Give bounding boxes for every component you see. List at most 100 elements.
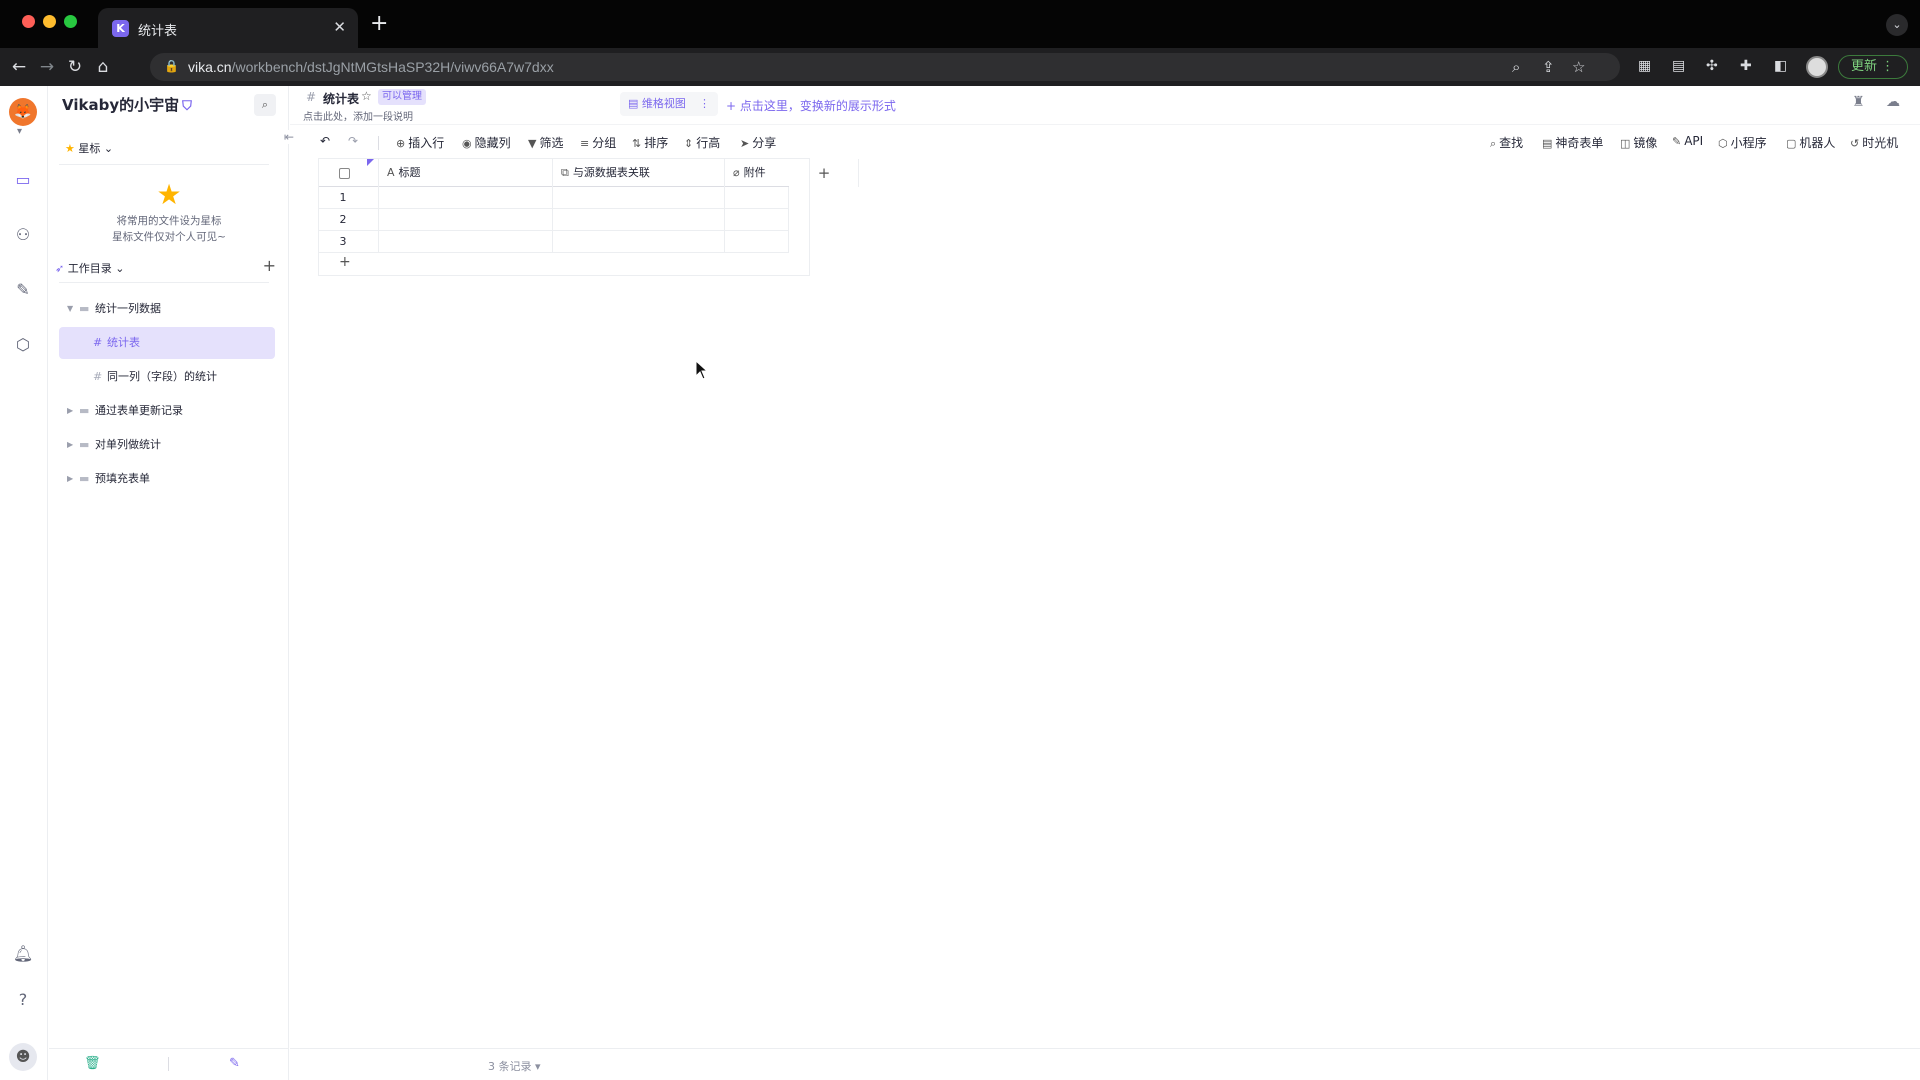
link-cell[interactable]	[553, 231, 725, 253]
window-close-button[interactable]	[22, 15, 35, 28]
robot-button[interactable]: ▢ 机器人	[1786, 134, 1835, 151]
link-cell[interactable]	[553, 187, 725, 209]
attachment-cell[interactable]	[725, 209, 789, 231]
extension-3-icon[interactable]: ✣	[1706, 58, 1718, 74]
hide-fields-button[interactable]: ◉ 隐藏列	[462, 134, 511, 151]
divider	[290, 124, 1920, 125]
window-minimize-button[interactable]	[43, 15, 56, 28]
new-tab-icon[interactable]: +	[370, 13, 388, 35]
table-row[interactable]: 1	[319, 187, 789, 209]
toolbar-label: 时光机	[1862, 136, 1899, 150]
space-switch-chevron-icon[interactable]: ▾	[17, 126, 22, 137]
widget-button[interactable]: ⬡ 小程序	[1718, 134, 1767, 151]
cloud-sync-icon[interactable]: ☁	[1886, 94, 1900, 110]
tree-folder-stats-column[interactable]: ▼ ▬ 统计一列数据	[59, 293, 275, 325]
permission-badge[interactable]: 可以管理	[378, 89, 426, 105]
space-logo-avatar[interactable]: 🦊	[9, 98, 37, 126]
tree-folder-single-column-stats[interactable]: ▶ ▬ 对单列做统计	[59, 429, 275, 461]
tab-search-icon[interactable]: ⌄	[1886, 14, 1908, 36]
side-panel-icon[interactable]: ◧	[1774, 58, 1787, 74]
time-machine-button[interactable]: ↺ 时光机	[1850, 134, 1898, 151]
attachment-cell[interactable]	[725, 231, 789, 253]
record-count[interactable]: 3 条记录 ▾	[488, 1058, 541, 1074]
extensions-puzzle-icon[interactable]: ✚	[1740, 58, 1752, 74]
members-icon[interactable]: ⚇	[11, 223, 35, 247]
url-text[interactable]: vika.cn/workbench/dstJgNtMGtsHaSP32H/viw…	[188, 59, 554, 75]
column-header-attachment[interactable]: ⌀ 附件	[725, 159, 789, 187]
collapse-arrow-icon: ▶	[67, 474, 74, 483]
attachment-cell[interactable]	[725, 187, 789, 209]
table-row[interactable]: 3	[319, 231, 789, 253]
insert-row-button[interactable]: ⊕ 插入行	[396, 134, 444, 151]
toolbar-label: 分组	[592, 136, 617, 150]
trash-icon[interactable]: 🗑︎	[84, 1056, 101, 1071]
profile-avatar[interactable]	[1806, 56, 1828, 78]
title-cell[interactable]	[379, 231, 553, 253]
find-button[interactable]: ⌕ 查找	[1490, 134, 1523, 151]
api-button[interactable]: ✎ API	[1672, 134, 1703, 148]
address-bar[interactable]: 🔒 vika.cn/workbench/dstJgNtMGtsHaSP32H/v…	[150, 53, 1620, 81]
row-height-button[interactable]: ⇕ 行高	[684, 134, 720, 151]
column-header-title[interactable]: A 标题	[379, 159, 553, 187]
tree-folder-form-update[interactable]: ▶ ▬ 通过表单更新记录	[59, 395, 275, 427]
view-more-icon[interactable]: ⋮	[699, 92, 710, 116]
forward-icon[interactable]: →	[36, 56, 58, 78]
bell-icon[interactable]: 🔔︎	[11, 942, 35, 966]
search-icon[interactable]: ⌕	[254, 94, 276, 116]
add-row-icon[interactable]: +	[339, 254, 351, 270]
tab-close-icon[interactable]: ✕	[333, 18, 346, 36]
title-cell[interactable]	[379, 209, 553, 231]
datasheet-title[interactable]: 统计表	[323, 90, 359, 107]
api-icon: ✎	[1672, 135, 1682, 148]
tree-datasheet-same-column-stats[interactable]: # 同一列（字段）的统计	[59, 361, 275, 393]
home-icon[interactable]: ⌂	[92, 56, 114, 78]
view-tab-grid[interactable]: ▤ 维格视图 ⋮	[620, 92, 718, 116]
catalog-header[interactable]: ➶ 工作目录 ⌄	[55, 260, 124, 276]
datasheet-description[interactable]: 点击此处，添加一段说明	[303, 108, 413, 123]
catalog-label: 工作目录	[67, 262, 112, 275]
extension-2-icon[interactable]: ▤	[1672, 58, 1685, 74]
settings-icon[interactable]: ⬡	[11, 333, 35, 357]
big-star-icon: ★	[156, 178, 182, 211]
column-header-link[interactable]: ⧉ 与源数据表关联	[553, 159, 725, 187]
redo-icon[interactable]: ↷	[348, 134, 358, 148]
add-column-icon[interactable]: +	[789, 159, 859, 187]
mirror-button[interactable]: ◫ 镜像	[1620, 134, 1657, 151]
magic-form-button[interactable]: ▤ 神奇表单	[1542, 134, 1603, 151]
help-icon[interactable]: ?	[11, 988, 35, 1012]
divider	[168, 1057, 169, 1071]
extension-1-icon[interactable]: ▦	[1638, 58, 1651, 74]
space-name[interactable]: Vikaby的小宇宙 ⛉	[62, 94, 192, 115]
zoom-icon[interactable]: ⌕	[1512, 58, 1520, 76]
reload-icon[interactable]: ↻	[64, 56, 86, 78]
table-row[interactable]: 2	[319, 209, 789, 231]
share-button[interactable]: ➤ 分享	[740, 134, 776, 151]
star-section-header[interactable]: ★ 星标 ⌄	[65, 140, 113, 156]
undo-icon[interactable]: ↶	[320, 134, 330, 148]
template-icon[interactable]: ✎	[11, 278, 35, 302]
add-node-icon[interactable]: +	[263, 256, 276, 275]
add-view-hint[interactable]: + 点击这里，变换新的展示形式	[726, 97, 896, 114]
window-zoom-button[interactable]	[64, 15, 77, 28]
sort-button[interactable]: ⇅ 排序	[632, 134, 668, 151]
tree-datasheet-stats-table[interactable]: # 统计表	[59, 327, 275, 359]
update-button[interactable]: 更新 ⋮	[1838, 55, 1908, 79]
url-path: /workbench/dstJgNtMGtsHaSP32H/viwv66A7w7…	[231, 59, 554, 75]
browser-tab[interactable]: K 统计表 ✕	[98, 8, 358, 48]
filter-button[interactable]: ▼ 筛选	[528, 134, 563, 151]
link-cell[interactable]	[553, 209, 725, 231]
group-button[interactable]: ≡ 分组	[580, 134, 616, 151]
robot-helper-icon[interactable]: ♜	[1852, 94, 1865, 110]
share-icon[interactable]: ⇪	[1542, 58, 1555, 76]
url-host: vika.cn	[188, 59, 232, 75]
bookmark-star-icon[interactable]: ☆	[1572, 58, 1585, 76]
template-center-icon[interactable]: ✎	[229, 1056, 240, 1071]
tree-item-label: 统计一列数据	[95, 302, 161, 315]
title-cell[interactable]	[379, 187, 553, 209]
workbench-icon[interactable]: ▭	[11, 168, 35, 192]
back-icon[interactable]: ←	[8, 56, 30, 78]
select-all-checkbox[interactable]	[339, 168, 350, 179]
tree-folder-prefill-form[interactable]: ▶ ▬ 预填充表单	[59, 463, 275, 495]
favorite-star-icon[interactable]: ☆	[361, 89, 372, 103]
user-avatar[interactable]: ☻	[9, 1043, 37, 1071]
